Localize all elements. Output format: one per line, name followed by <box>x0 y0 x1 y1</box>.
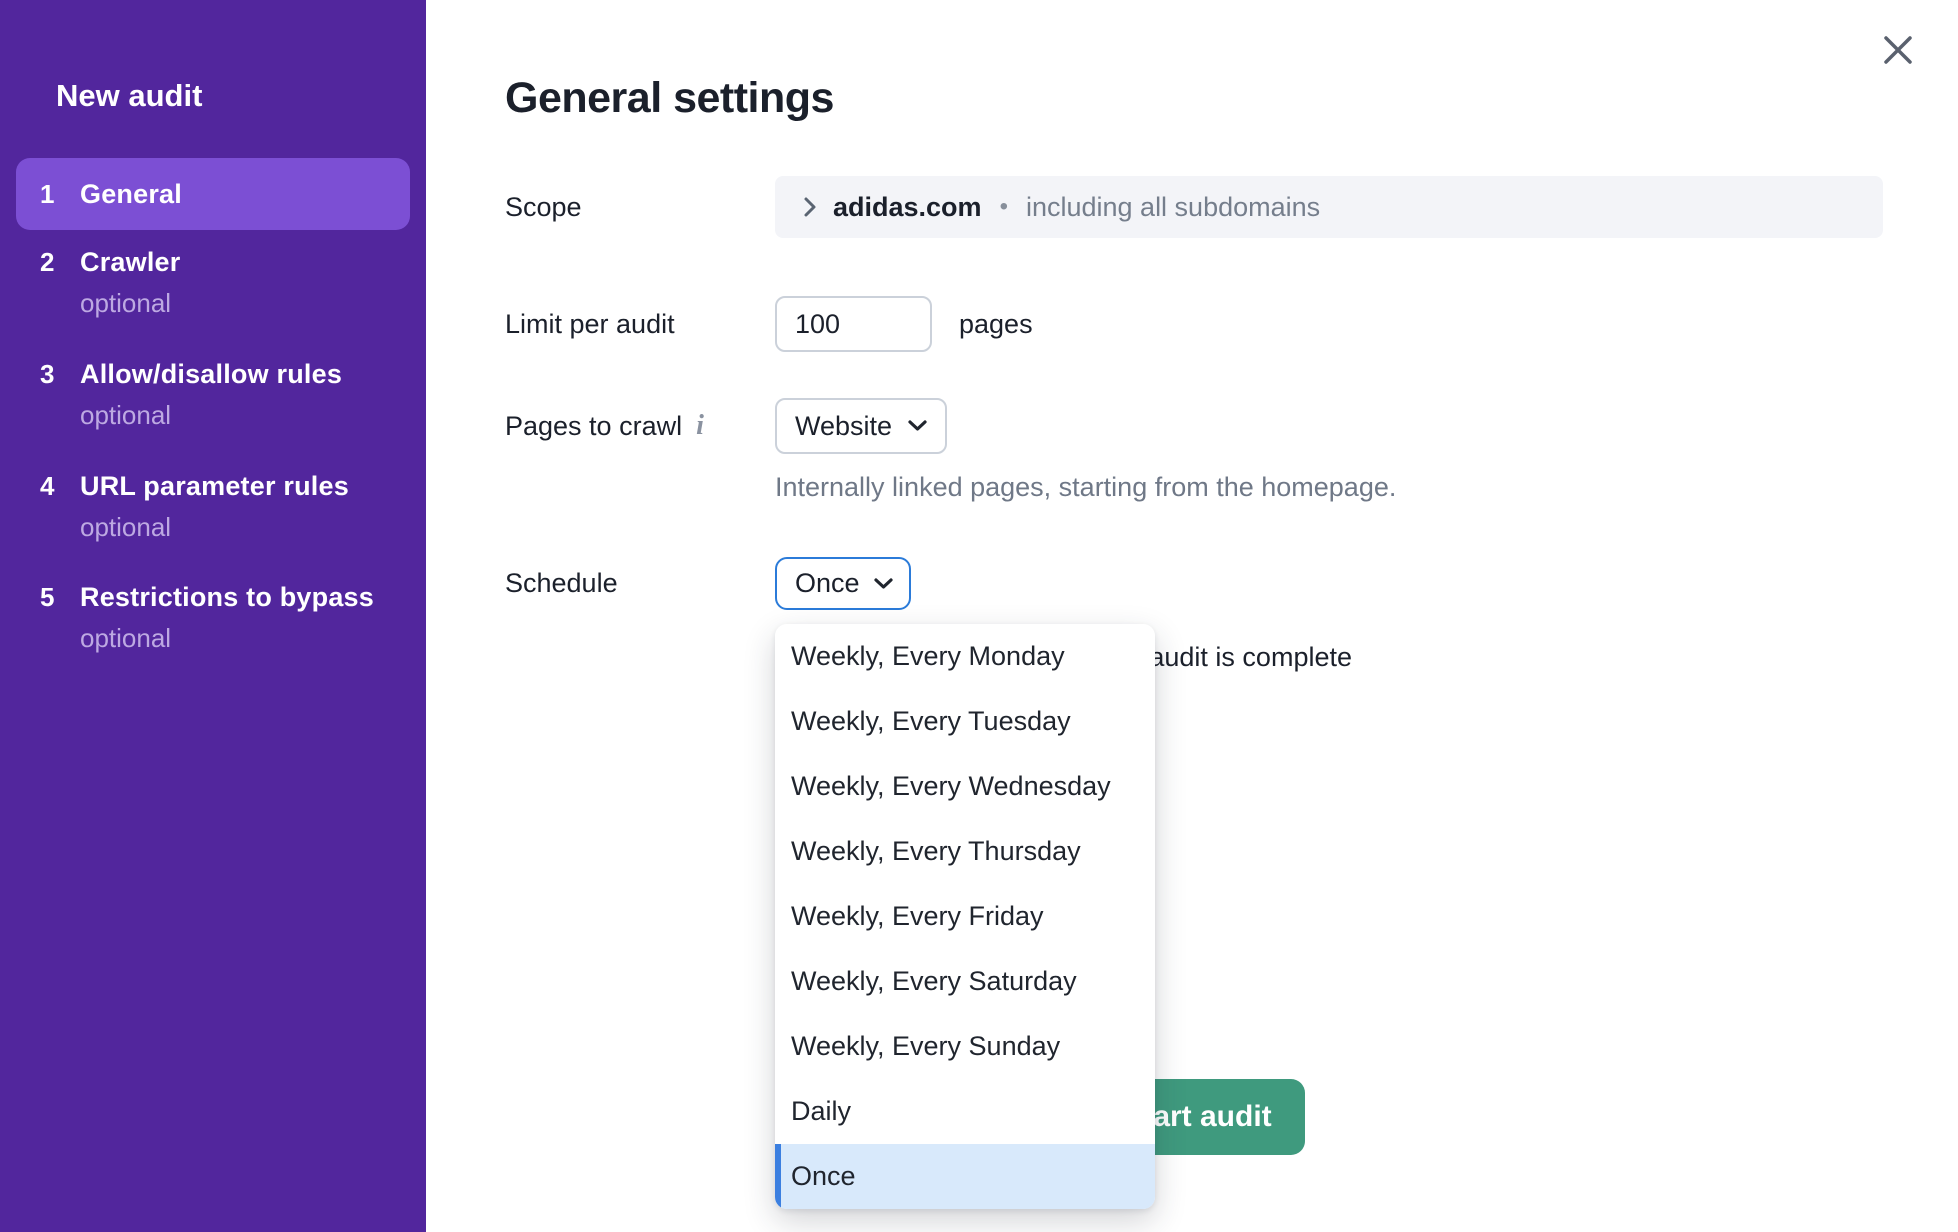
step-optional-note: optional <box>80 511 410 543</box>
step-number: 3 <box>40 357 64 431</box>
chevron-right-icon <box>803 195 817 219</box>
schedule-option-weekly-every-monday[interactable]: Weekly, Every Monday <box>775 624 1155 689</box>
limit-unit-label: pages <box>959 309 1033 340</box>
schedule-label: Schedule <box>505 568 775 599</box>
step-label: Restrictions to bypass <box>80 580 410 614</box>
schedule-option-weekly-every-thursday[interactable]: Weekly, Every Thursday <box>775 819 1155 884</box>
sidebar-item-url-parameter-rules[interactable]: 4 URL parameter rules optional <box>16 469 410 543</box>
page-title: General settings <box>505 74 834 123</box>
scope-value-box: adidas.com • including all subdomains <box>775 176 1883 238</box>
schedule-dropdown: Weekly, Every MondayWeekly, Every Tuesda… <box>775 624 1155 1209</box>
scope-domain: adidas.com <box>833 192 982 223</box>
schedule-select[interactable]: Once <box>775 557 911 610</box>
schedule-selected-value: Once <box>795 568 860 599</box>
scope-row: Scope adidas.com • including all subdoma… <box>505 176 1883 238</box>
schedule-option-weekly-every-friday[interactable]: Weekly, Every Friday <box>775 884 1155 949</box>
new-audit-modal: New audit 1General2Crawleroptional3Allow… <box>0 0 1958 1232</box>
scope-subdomains-note: including all subdomains <box>1026 192 1320 223</box>
schedule-option-weekly-every-sunday[interactable]: Weekly, Every Sunday <box>775 1014 1155 1079</box>
step-optional-note: optional <box>80 622 410 654</box>
sidebar-item-restrictions-to-bypass[interactable]: 5 Restrictions to bypass optional <box>16 580 410 654</box>
step-number: 4 <box>40 469 64 543</box>
general-settings-panel: General settings Scope adidas.com • <box>426 0 1958 1232</box>
sidebar-item-crawler[interactable]: 2 Crawler optional <box>16 245 410 319</box>
sidebar-item-general[interactable]: 1 General <box>16 158 410 230</box>
close-button[interactable] <box>1870 22 1926 78</box>
step-label: Crawler <box>80 245 410 279</box>
schedule-option-weekly-every-tuesday[interactable]: Weekly, Every Tuesday <box>775 689 1155 754</box>
schedule-option-once[interactable]: Once <box>775 1144 1155 1209</box>
pages-to-crawl-select[interactable]: Website <box>775 398 947 454</box>
sidebar-nav: 1 General 2 Crawler optional 3 Allow/disallow … <box>0 0 426 1232</box>
pages-to-crawl-selected-value: Website <box>795 411 892 442</box>
schedule-row: Schedule Once <box>505 557 911 610</box>
close-icon <box>1876 28 1920 72</box>
sidebar-item-allow-disallow-rules[interactable]: 3 Allow/disallow rules optional <box>16 357 410 431</box>
dot-separator: • <box>1000 193 1008 221</box>
step-label: General <box>80 177 410 211</box>
step-optional-note: optional <box>80 287 410 319</box>
limit-row: Limit per audit pages <box>505 296 1033 352</box>
step-number: 2 <box>40 245 64 319</box>
schedule-option-daily[interactable]: Daily <box>775 1079 1155 1144</box>
scope-label: Scope <box>505 192 775 223</box>
step-number: 5 <box>40 580 64 654</box>
schedule-option-weekly-every-wednesday[interactable]: Weekly, Every Wednesday <box>775 754 1155 819</box>
step-label: URL parameter rules <box>80 469 410 503</box>
pages-to-crawl-label-text: Pages to crawl <box>505 411 682 442</box>
chevron-down-icon <box>874 578 893 590</box>
limit-label: Limit per audit <box>505 309 775 340</box>
info-icon[interactable]: i <box>696 410 704 442</box>
pages-to-crawl-row: Pages to crawl i Website <box>505 398 947 454</box>
pages-to-crawl-description: Internally linked pages, starting from t… <box>775 472 1396 503</box>
limit-input[interactable] <box>775 296 932 352</box>
step-optional-note: optional <box>80 399 410 431</box>
schedule-option-weekly-every-saturday[interactable]: Weekly, Every Saturday <box>775 949 1155 1014</box>
step-number: 1 <box>40 177 64 211</box>
chevron-down-icon <box>908 420 927 432</box>
sidebar: New audit 1General2Crawleroptional3Allow… <box>0 0 426 1232</box>
step-label: Allow/disallow rules <box>80 357 410 391</box>
pages-to-crawl-label: Pages to crawl i <box>505 410 775 442</box>
